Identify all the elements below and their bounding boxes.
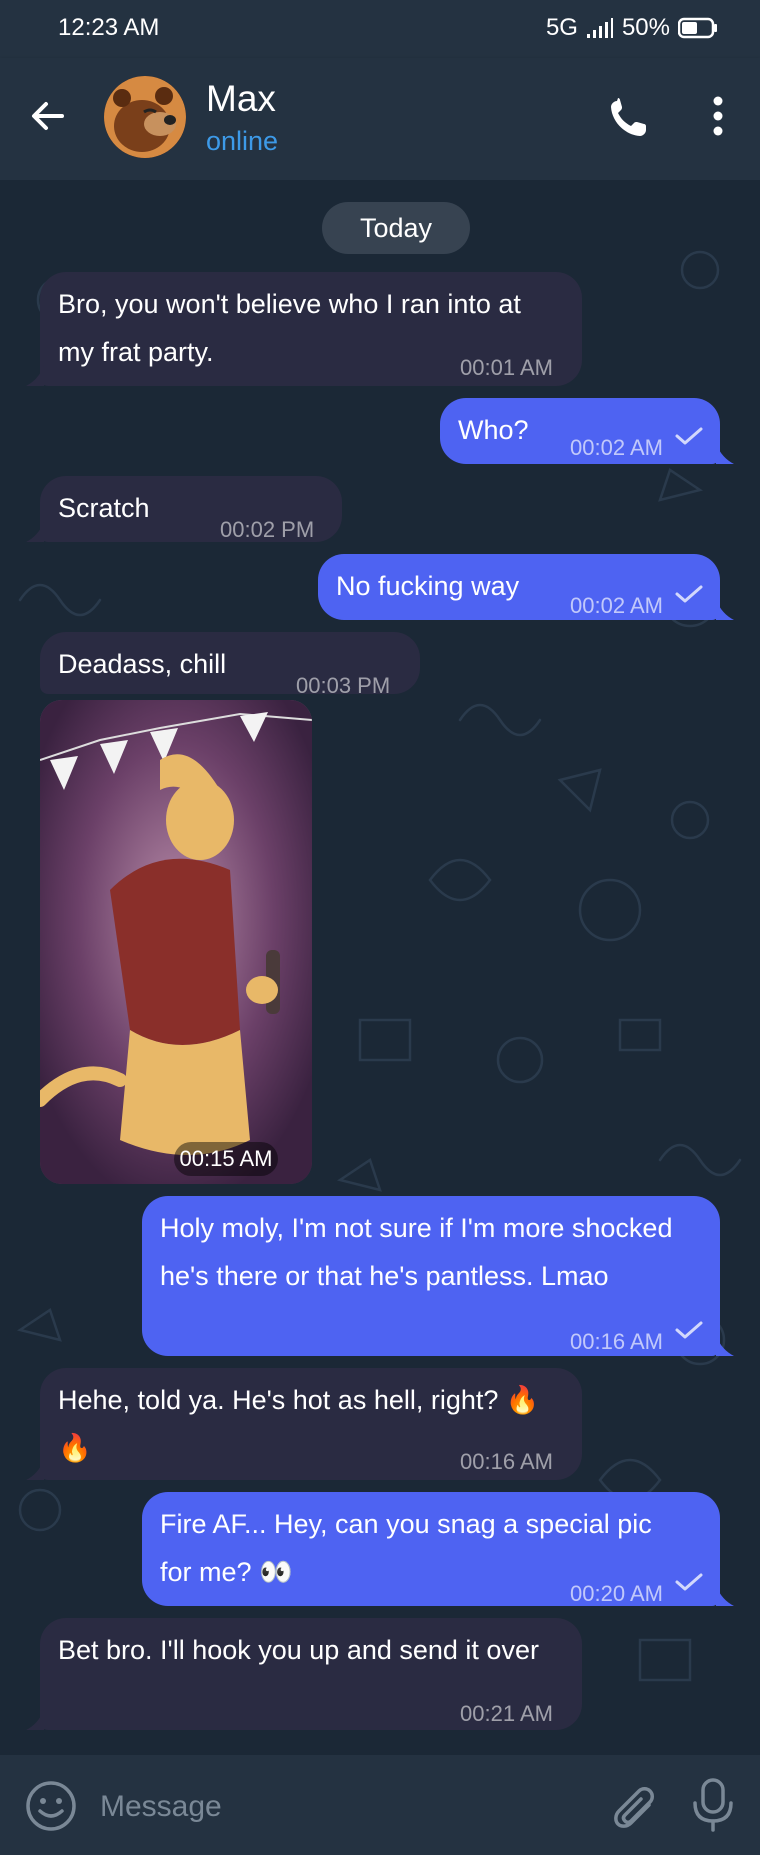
message-text: Holy moly, I'm not sure if I'm more shoc… <box>160 1213 673 1243</box>
check-icon <box>675 1321 703 1339</box>
message-text: Bet bro. I'll hook you up and send it ov… <box>58 1635 539 1665</box>
message-time: 00:21 AM <box>460 1701 553 1726</box>
message-text: Fire AF... Hey, can you snag a special p… <box>160 1509 652 1539</box>
message-text: he's there or that he's pantless. Lmao <box>160 1261 609 1291</box>
message-incoming[interactable]: Bro, you won't believe who I ran into at… <box>40 272 582 386</box>
message-incoming[interactable]: Bet bro. I'll hook you up and send it ov… <box>40 1618 582 1730</box>
smiley-icon[interactable] <box>24 1779 78 1833</box>
arrow-left-icon[interactable] <box>26 94 70 138</box>
status-right: 5G 50% <box>546 14 718 42</box>
signal-icon <box>586 18 613 38</box>
battery-percent: 50% <box>621 14 670 41</box>
battery-icon <box>678 17 717 39</box>
message-time: 00:03 PM <box>296 673 391 698</box>
photo-time: 00:15 AM <box>174 1142 278 1176</box>
status-bar: 12:23 AM 5G 50% <box>0 0 760 58</box>
more-vertical-icon[interactable] <box>700 92 736 140</box>
message-outgoing[interactable]: Holy moly, I'm not sure if I'm more shoc… <box>142 1196 720 1356</box>
message-text: Bro, you won't believe who I ran into at <box>58 289 521 319</box>
message-time: 00:16 AM <box>460 1449 553 1474</box>
message-outgoing[interactable]: Fire AF... Hey, can you snag a special p… <box>142 1492 720 1606</box>
message-composer <box>0 1755 760 1855</box>
bubble-tail <box>716 600 734 620</box>
avatar-image <box>104 76 186 158</box>
message-outgoing[interactable]: Who? 00:02 AM <box>440 398 720 464</box>
phone-icon[interactable] <box>604 92 652 140</box>
photo-time-text: 00:15 AM <box>179 1146 273 1171</box>
message-text: Hehe, told ya. He's hot as hell, right? … <box>58 1385 540 1415</box>
check-icon <box>675 1573 703 1591</box>
contact-name[interactable]: Max <box>206 78 276 120</box>
message-incoming[interactable]: Scratch 00:02 PM <box>40 476 342 542</box>
bubble-tail <box>26 1710 44 1730</box>
chat-header: Max online <box>0 58 760 180</box>
message-time: 00:02 PM <box>220 517 315 542</box>
bubble-tail <box>26 522 44 542</box>
message-time: 00:20 AM <box>570 1581 663 1606</box>
bubble-tail <box>26 1460 44 1480</box>
bubble-tail <box>26 366 44 386</box>
avatar[interactable] <box>104 76 186 158</box>
photo-message[interactable]: 00:15 AM <box>40 700 312 1184</box>
bubble-tail <box>716 1586 734 1606</box>
photo-image <box>40 700 312 1184</box>
message-incoming[interactable]: Deadass, chill 00:03 PM <box>40 632 420 698</box>
message-outgoing[interactable]: No fucking way 00:02 AM <box>318 554 720 620</box>
paperclip-icon[interactable] <box>606 1779 660 1833</box>
check-icon <box>675 585 703 603</box>
message-time: 00:01 AM <box>460 355 553 380</box>
check-icon <box>675 427 703 445</box>
network-type: 5G <box>545 14 578 41</box>
microphone-icon[interactable] <box>688 1777 738 1833</box>
contact-status: online <box>206 126 279 156</box>
message-time: 00:02 AM <box>570 435 663 460</box>
date-label: Today <box>359 212 433 243</box>
message-incoming[interactable]: Hehe, told ya. He's hot as hell, right? … <box>40 1368 582 1480</box>
status-time: 12:23 AM <box>58 14 160 41</box>
date-separator: Today <box>322 202 470 254</box>
message-input[interactable] <box>98 1783 582 1831</box>
chat-area[interactable]: Today Bro, you won't believe who I ran i… <box>0 180 760 1755</box>
message-time: 00:16 AM <box>570 1329 663 1354</box>
bubble-tail <box>716 444 734 464</box>
bubble-tail <box>716 1336 734 1356</box>
message-time: 00:02 AM <box>570 593 663 618</box>
